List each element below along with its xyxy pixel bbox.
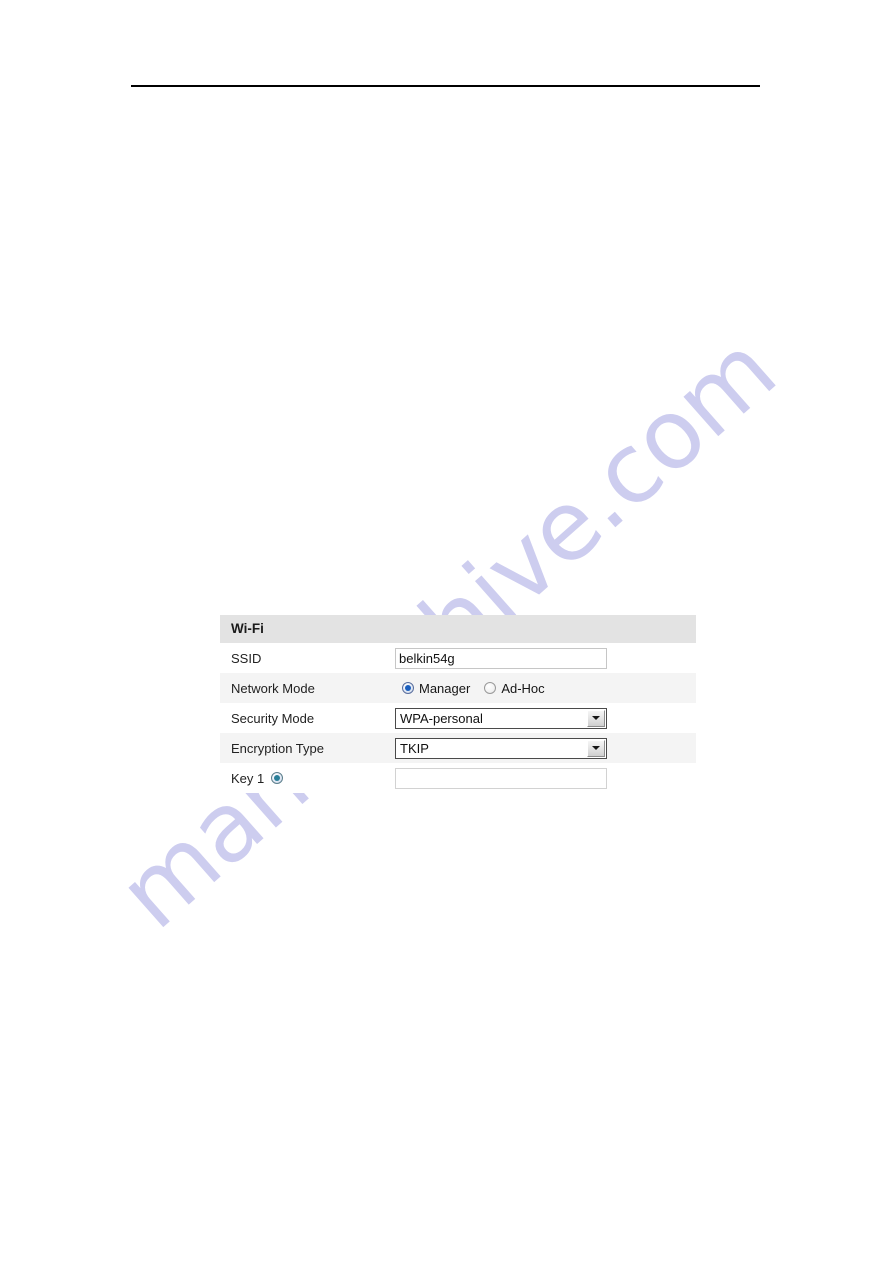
radio-option-adhoc[interactable]: Ad-Hoc bbox=[484, 680, 545, 696]
security-mode-select[interactable]: WPA-personal bbox=[395, 707, 607, 729]
label-key-1: Key 1 bbox=[220, 771, 392, 786]
label-ssid: SSID bbox=[220, 651, 392, 666]
row-encryption-type: Encryption Type TKIP bbox=[220, 733, 696, 763]
encryption-type-select[interactable]: TKIP bbox=[395, 737, 607, 759]
row-key-1: Key 1 bbox=[220, 763, 696, 793]
radio-key-1-icon[interactable] bbox=[271, 772, 284, 784]
row-network-mode: Network Mode Manager Ad-Hoc bbox=[220, 673, 696, 703]
ssid-input[interactable] bbox=[395, 647, 607, 669]
row-ssid: SSID bbox=[220, 643, 696, 673]
label-encryption-type: Encryption Type bbox=[220, 741, 392, 756]
security-mode-selected-value: WPA-personal bbox=[400, 710, 483, 726]
control-network-mode: Manager Ad-Hoc bbox=[392, 681, 696, 696]
chevron-down-glyph bbox=[592, 716, 600, 720]
label-security-mode: Security Mode bbox=[220, 711, 392, 726]
page-header-rule bbox=[131, 85, 760, 87]
network-mode-radio-group: Manager Ad-Hoc bbox=[395, 681, 545, 696]
label-encryption-type-text: Encryption Type bbox=[231, 740, 324, 756]
label-ssid-text: SSID bbox=[231, 650, 262, 666]
control-encryption-type: TKIP bbox=[392, 737, 696, 759]
label-network-mode: Network Mode bbox=[220, 681, 392, 696]
key-1-input[interactable] bbox=[395, 767, 607, 789]
wifi-settings-panel: Wi-Fi SSID Network Mode Manager bbox=[220, 615, 696, 793]
label-network-mode-text: Network Mode bbox=[231, 680, 315, 696]
row-security-mode: Security Mode WPA-personal bbox=[220, 703, 696, 733]
control-security-mode: WPA-personal bbox=[392, 707, 696, 729]
control-key-1 bbox=[392, 767, 696, 789]
document-page: manualshive.com Wi-Fi SSID Network Mode … bbox=[0, 0, 893, 1263]
label-security-mode-text: Security Mode bbox=[231, 710, 315, 726]
radio-adhoc-label: Ad-Hoc bbox=[501, 680, 545, 696]
radio-option-manager[interactable]: Manager bbox=[402, 681, 470, 696]
chevron-down-icon[interactable] bbox=[587, 739, 605, 757]
panel-title: Wi-Fi bbox=[220, 615, 696, 643]
control-ssid bbox=[392, 647, 696, 669]
label-key-1-text: Key 1 bbox=[231, 770, 265, 786]
encryption-type-selected-value: TKIP bbox=[400, 740, 429, 756]
radio-adhoc-icon[interactable] bbox=[484, 682, 497, 694]
radio-manager-icon[interactable] bbox=[402, 682, 414, 694]
chevron-down-icon[interactable] bbox=[587, 709, 605, 727]
chevron-down-glyph bbox=[592, 746, 600, 750]
radio-manager-label: Manager bbox=[419, 680, 471, 696]
